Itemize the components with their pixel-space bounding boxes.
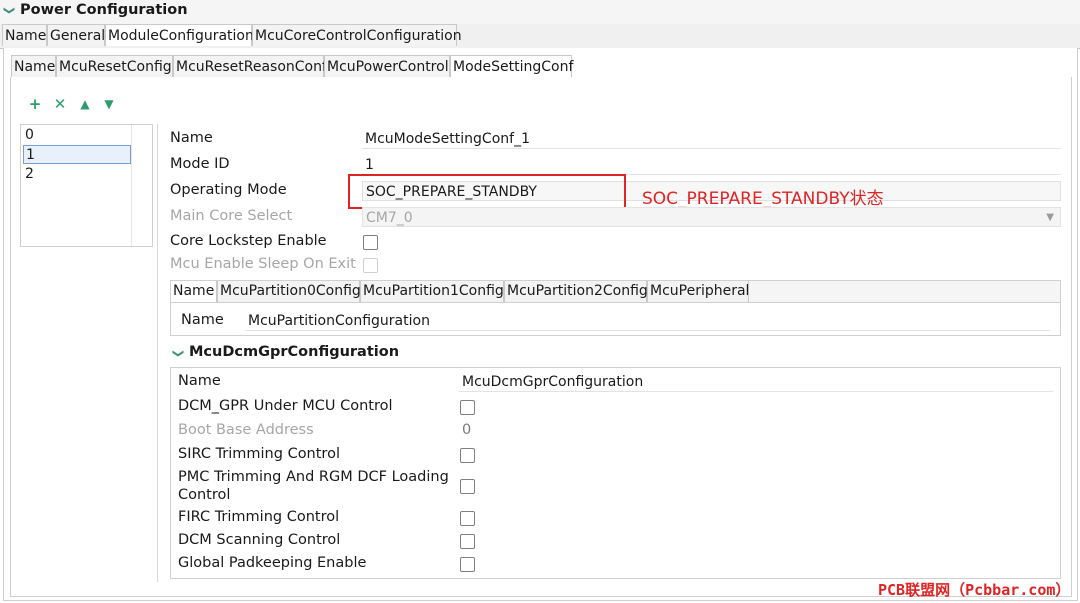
divider <box>157 124 158 582</box>
dcm-name-label: Name <box>178 373 221 389</box>
pmc-checkbox[interactable] <box>460 479 475 494</box>
name-label: Name <box>170 130 213 146</box>
subtab-mode-setting-conf[interactable]: ModeSettingConf <box>450 55 573 77</box>
chevron-down-icon[interactable]: ❯ <box>3 6 16 15</box>
firc-checkbox[interactable] <box>460 511 475 526</box>
page-title: Power Configuration <box>20 2 188 18</box>
partition-tab-bar: Name McuPartition0Config McuPartition1Co… <box>171 281 1060 303</box>
list-item[interactable]: 2 <box>23 165 133 184</box>
subtab-mcu-reset-reason[interactable]: McuResetReasonConf <box>173 55 327 77</box>
lockstep-label: Core Lockstep Enable <box>170 233 327 249</box>
annotation-text: SOC_PREPARE_STANDBY状态 <box>642 189 884 209</box>
watermark: PCB联盟网（Pcbbar.com） <box>878 581 1071 599</box>
sleep-label: Mcu Enable Sleep On Exit <box>170 256 356 272</box>
mode-id-field[interactable]: 1 <box>362 155 1061 175</box>
dcm-under-mcu-label: DCM_GPR Under MCU Control <box>178 398 393 414</box>
dcm-under-mcu-checkbox[interactable] <box>460 400 475 415</box>
tab-general[interactable]: General <box>47 24 105 46</box>
main-core-label: Main Core Select <box>170 208 293 224</box>
move-up-icon[interactable]: ▲ <box>75 94 95 114</box>
firc-label: FIRC Trimming Control <box>178 509 340 525</box>
name-field[interactable]: McuModeSettingConf_1 <box>362 129 1061 149</box>
sleep-checkbox <box>363 258 378 273</box>
partition-name-field[interactable]: McuPartitionConfiguration <box>245 311 1050 331</box>
config-list: 0 1 2 <box>20 124 153 247</box>
dcm-name-field[interactable]: McuDcmGprConfiguration <box>459 372 1053 392</box>
operating-mode-label: Operating Mode <box>170 182 287 198</box>
lockstep-checkbox[interactable] <box>363 235 378 250</box>
partition-tab-1[interactable]: McuPartition1Config <box>360 281 504 302</box>
highlight-box <box>348 174 626 209</box>
mode-id-label: Mode ID <box>170 156 230 172</box>
dropdown-arrow-icon: ▼ <box>1046 212 1054 223</box>
padkeeping-checkbox[interactable] <box>460 557 475 572</box>
list-scrollbar[interactable] <box>131 125 153 246</box>
subtab-mcu-reset-config[interactable]: McuResetConfig <box>56 55 173 77</box>
partition-tab-2[interactable]: McuPartition2Config <box>504 281 648 302</box>
main-core-select: CM7_0 ▼ <box>362 207 1061 227</box>
delete-icon[interactable]: ✕ <box>50 94 70 114</box>
dcm-scan-checkbox[interactable] <box>460 534 475 549</box>
boot-address-value: 0 <box>462 422 472 438</box>
pmc-label-line2: Control <box>178 487 231 503</box>
sub-tab-bar: Name McuResetConfig McuResetReasonConf M… <box>10 55 1072 78</box>
sirc-checkbox[interactable] <box>460 448 475 463</box>
move-down-icon[interactable]: ▼ <box>99 94 119 114</box>
tab-mcu-core-control[interactable]: McuCoreControlConfiguration <box>252 24 462 46</box>
partition-tab-0[interactable]: McuPartition0Config <box>217 281 361 302</box>
main-core-value: CM7_0 <box>366 210 413 226</box>
list-item[interactable]: 1 <box>23 145 131 164</box>
tab-module-configuration[interactable]: ModuleConfiguration <box>105 24 254 46</box>
pmc-label-line1: PMC Trimming And RGM DCF Loading <box>178 469 449 485</box>
chevron-down-icon[interactable]: ❯ <box>172 349 185 358</box>
dcm-section-title: McuDcmGprConfiguration <box>189 344 400 360</box>
partition-panel: Name McuPartition0Config McuPartition1Co… <box>170 280 1061 336</box>
tab-name[interactable]: Name <box>2 24 47 46</box>
partition-tab-peripheral[interactable]: McuPeripheral <box>647 281 749 302</box>
boot-address-label: Boot Base Address <box>178 422 314 438</box>
padkeeping-label: Global Padkeeping Enable <box>178 555 367 571</box>
add-icon[interactable]: + <box>25 94 45 114</box>
subtab-mcu-power-control[interactable]: McuPowerControl <box>324 55 450 77</box>
list-item[interactable]: 0 <box>23 126 133 145</box>
dcm-scan-label: DCM Scanning Control <box>178 532 341 548</box>
top-tab-bar: Name General ModuleConfiguration McuCore… <box>0 24 1080 49</box>
partition-name-label: Name <box>181 312 224 328</box>
sirc-label: SIRC Trimming Control <box>178 446 340 462</box>
partition-tab-name[interactable]: Name <box>171 281 217 302</box>
subtab-name[interactable]: Name <box>11 55 56 77</box>
